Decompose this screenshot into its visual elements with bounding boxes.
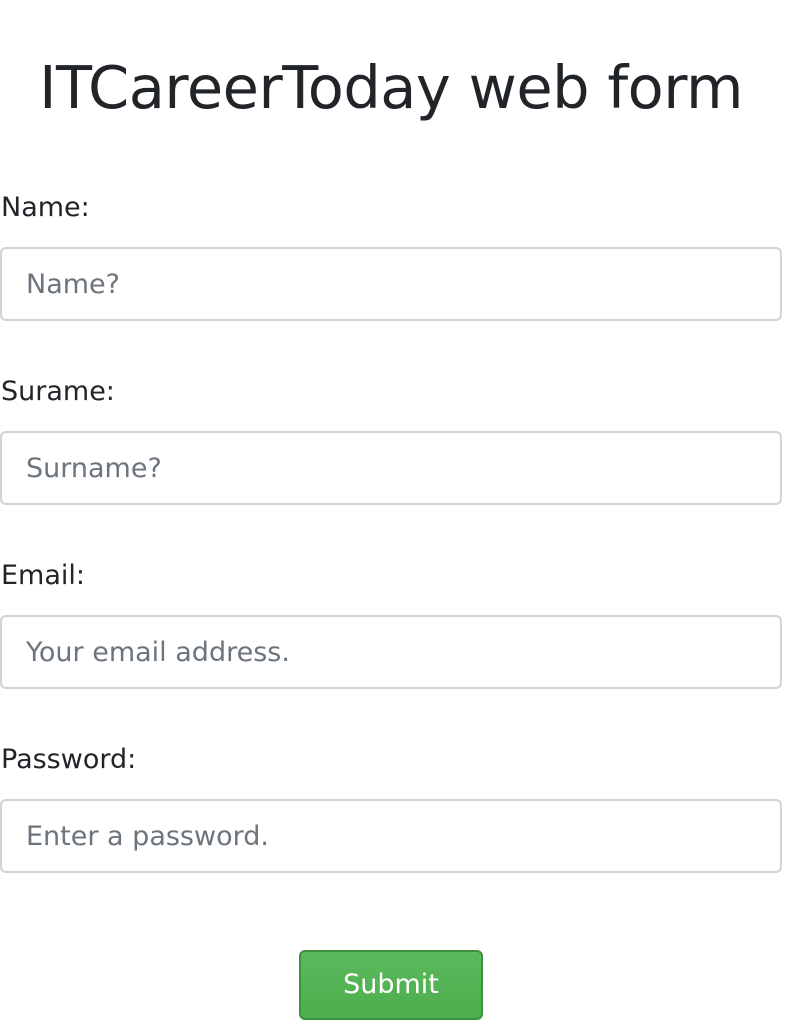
name-label: Name:: [1, 192, 90, 223]
surname-input[interactable]: [0, 431, 782, 505]
name-input[interactable]: [0, 247, 782, 321]
submit-button[interactable]: Submit: [299, 950, 483, 1020]
email-input[interactable]: [0, 615, 782, 689]
email-label: Email:: [1, 560, 86, 591]
page-title: ITCareerToday web form: [39, 53, 743, 122]
password-label: Password:: [1, 744, 137, 775]
password-input[interactable]: [0, 799, 782, 873]
surname-label: Surame:: [1, 376, 115, 407]
